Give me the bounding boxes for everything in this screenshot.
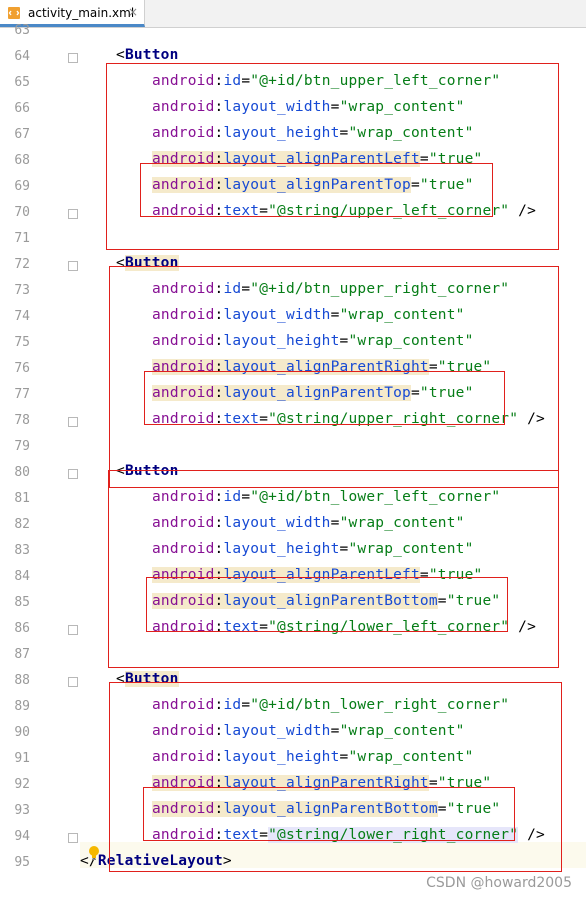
annotation-box-align-2 [144, 371, 505, 425]
line-number: 71 [14, 231, 30, 246]
line-number: 89 [14, 699, 30, 714]
line-number: 80 [14, 465, 30, 480]
fold-start-icon[interactable] [68, 261, 78, 271]
line-number: 70 [14, 205, 30, 220]
tab-label: activity_main.xml [28, 6, 135, 20]
line-number: 77 [14, 387, 30, 402]
line-number: 79 [14, 439, 30, 454]
xml-file-icon [8, 7, 20, 19]
fold-start-icon[interactable] [68, 53, 78, 63]
line-number: 92 [14, 777, 30, 792]
fold-end-icon[interactable] [68, 209, 78, 219]
line-number: 68 [14, 153, 30, 168]
annotation-box-button-3 [108, 470, 559, 668]
line-number: 69 [14, 179, 30, 194]
fold-start-icon[interactable] [68, 677, 78, 687]
watermark: CSDN @howard2005 [426, 875, 572, 891]
line-number-gutter: 63 64 65 66 67 68 69 70 71 72 73 74 75 76 77 78 79 80 81 82… [0, 23, 80, 897]
line-number: 87 [14, 647, 30, 662]
line-number: 63 [14, 23, 30, 38]
line-number: 72 [14, 257, 30, 272]
fold-end-icon[interactable] [68, 625, 78, 635]
close-tab-icon[interactable]: × [128, 5, 138, 19]
line-number: 75 [14, 335, 30, 350]
line-number: 64 [14, 49, 30, 64]
editor-tab-bar: activity_main.xml × [0, 0, 586, 28]
line-number: 67 [14, 127, 30, 142]
fold-start-icon[interactable] [68, 469, 78, 479]
line-number: 76 [14, 361, 30, 376]
line-number: 82 [14, 517, 30, 532]
line-number: 91 [14, 751, 30, 766]
annotation-box-align-4 [143, 787, 515, 841]
code-token: < [116, 47, 125, 63]
code-editor[interactable]: 63 64 65 66 67 68 69 70 71 72 73 74 75 76 77 78 79 80 81 82… [0, 23, 586, 897]
line-number: 73 [14, 283, 30, 298]
line-number: 78 [14, 413, 30, 428]
line-number: 74 [14, 309, 30, 324]
line-number: 66 [14, 101, 30, 116]
fold-end-icon[interactable] [68, 417, 78, 427]
line-number: 65 [14, 75, 30, 90]
code-token: Button [124, 47, 179, 63]
annotation-box-align-3 [146, 577, 508, 632]
line-number: 84 [14, 569, 30, 584]
fold-end-icon[interactable] [68, 833, 78, 843]
annotation-box-align-1 [140, 163, 493, 217]
line-number: 93 [14, 803, 30, 818]
line-number: 95 [14, 855, 30, 870]
line-number: 86 [14, 621, 30, 636]
line-number: 94 [14, 829, 30, 844]
annotation-box-button-1 [106, 63, 559, 250]
line-number: 85 [14, 595, 30, 610]
code-line: <Button [116, 47, 179, 63]
line-number: 81 [14, 491, 30, 506]
line-number: 83 [14, 543, 30, 558]
line-number: 90 [14, 725, 30, 740]
lightbulb-icon[interactable] [88, 845, 100, 861]
annotation-box-button-4 [109, 682, 562, 872]
line-number: 88 [14, 673, 30, 688]
